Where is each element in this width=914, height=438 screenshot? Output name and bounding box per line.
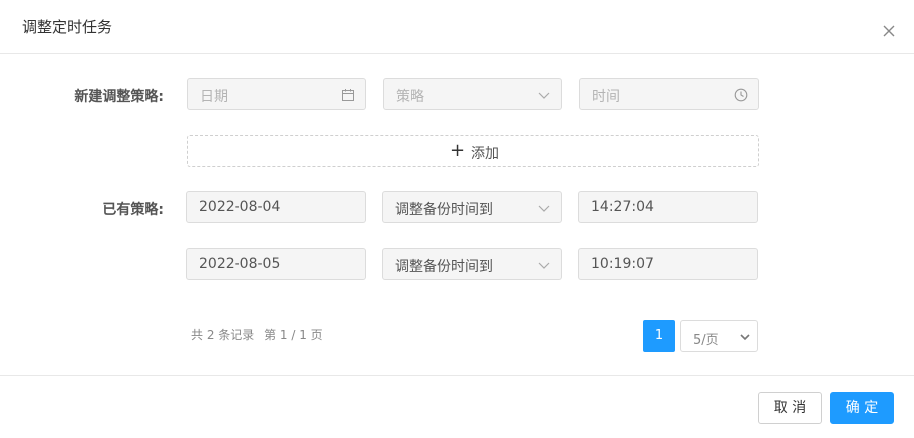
existing-time-value: 14:27:04	[591, 199, 654, 215]
existing-date-value: 2022-08-04	[199, 199, 281, 215]
new-time-picker[interactable]: 时间	[579, 78, 759, 110]
existing-policy-select[interactable]: 调整备份时间到	[382, 191, 562, 223]
existing-time-value: 10:19:07	[591, 256, 654, 272]
calendar-icon	[342, 89, 354, 101]
new-date-placeholder: 日期	[200, 89, 228, 105]
clock-icon	[734, 88, 748, 102]
dialog-header: 调整定时任务	[0, 0, 914, 54]
page-size-select[interactable]: 5/页	[680, 320, 758, 352]
existing-date-field[interactable]: 2022-08-05	[186, 248, 366, 280]
existing-policy-label: 已有策略:	[102, 202, 164, 218]
dialog-footer: 取 消 确 定	[0, 375, 914, 438]
new-time-placeholder: 时间	[592, 89, 620, 105]
plus-icon: +	[450, 140, 466, 161]
chevron-down-icon	[538, 205, 550, 212]
chevron-down-icon	[740, 334, 750, 341]
existing-date-value: 2022-08-05	[199, 256, 281, 272]
confirm-button[interactable]: 确 定	[830, 392, 894, 424]
cancel-button[interactable]: 取 消	[758, 392, 822, 424]
close-icon[interactable]	[880, 22, 898, 40]
page-size-value: 5/页	[693, 333, 719, 348]
new-policy-label: 新建调整策略:	[74, 89, 164, 105]
existing-time-field[interactable]: 10:19:07	[578, 248, 758, 280]
chevron-down-icon	[538, 262, 550, 269]
new-date-picker[interactable]: 日期	[187, 78, 366, 110]
dialog-title: 调整定时任务	[22, 18, 113, 36]
existing-policy-value: 调整备份时间到	[395, 202, 493, 218]
existing-policy-value: 调整备份时间到	[395, 259, 493, 275]
pagination-page: 第 1 / 1 页	[264, 328, 323, 342]
add-policy-label: 添加	[471, 146, 499, 162]
new-policy-select[interactable]: 策略	[383, 78, 562, 110]
pagination-total: 共 2 条记录	[191, 328, 255, 342]
existing-time-field[interactable]: 14:27:04	[578, 191, 758, 223]
existing-date-field[interactable]: 2022-08-04	[186, 191, 366, 223]
page-number-button[interactable]: 1	[643, 320, 675, 352]
dialog: 调整定时任务 新建调整策略: 日期 策略 时间 + 添加 已有策略: 2022-…	[0, 0, 914, 438]
add-policy-button[interactable]: + 添加	[187, 135, 759, 167]
chevron-down-icon	[538, 92, 550, 99]
existing-policy-select[interactable]: 调整备份时间到	[382, 248, 562, 280]
new-policy-placeholder: 策略	[396, 89, 424, 105]
pagination-info: 共 2 条记录 第 1 / 1 页	[191, 326, 329, 343]
